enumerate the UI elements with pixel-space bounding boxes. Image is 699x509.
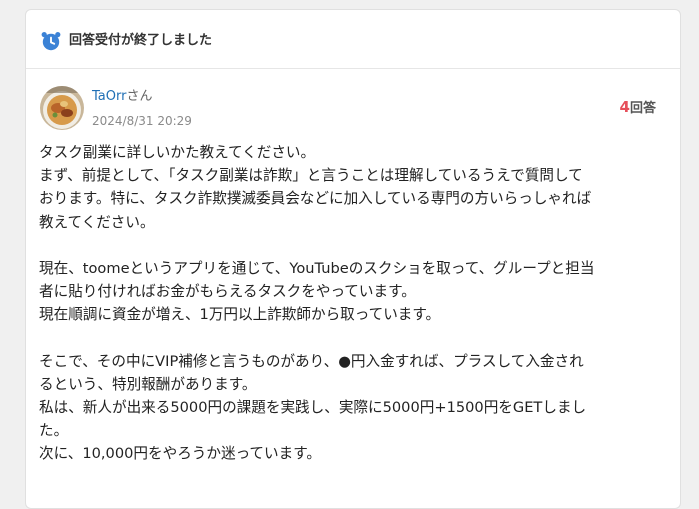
question-text-line: た。 bbox=[39, 422, 69, 440]
question-card: 回答受付が終了しました TaOrrさん 2024/8/31 20:29 4回答 … bbox=[25, 9, 681, 509]
question-text-line: るという、特別報酬があります。 bbox=[39, 375, 257, 393]
question-text-line: おります。特に、タスク詐欺撲滅委員会などに加入している専門の方いらっしゃれば bbox=[39, 190, 592, 208]
author-name-link[interactable]: TaOrr bbox=[92, 89, 126, 104]
author-honorific: さん bbox=[126, 89, 153, 104]
question-blank-line bbox=[39, 234, 661, 257]
answer-count: 4回答 bbox=[620, 97, 656, 119]
question-body: タスク副業に詳しいかた教えてください。まず、前提として、「タスク副業は詐欺」と言… bbox=[39, 141, 661, 466]
answer-count-number: 4 bbox=[619, 98, 630, 116]
author-name[interactable]: TaOrrさん bbox=[92, 88, 152, 106]
post-timestamp: 2024/8/31 20:29 bbox=[92, 114, 192, 128]
question-text-line: 現在順調に資金が増え、1万円以上詐欺師から取っています。 bbox=[39, 306, 441, 324]
question-text-line: 私は、新人が出来る5000円の課題を実践し、実際に5000円+1500円をGET… bbox=[39, 399, 587, 417]
avatar[interactable] bbox=[40, 86, 84, 130]
question-text-line: タスク副業に詳しいかた教えてください。 bbox=[39, 144, 316, 161]
answer-count-unit: 回答 bbox=[629, 101, 656, 116]
question-text-line: 次に、10,000円をやろうか迷っています。 bbox=[39, 445, 321, 463]
question-text-line: 現在、toomeというアプリを通じて、YouTubeのスクショを取って、グループ… bbox=[39, 259, 595, 277]
question-text-line: そこで、その中にVIP補修と言うものがあり、●円入金すれば、プラスして入金され bbox=[39, 352, 584, 370]
question-text-line: 教えてください。 bbox=[39, 213, 155, 231]
question-text-line: 者に貼り付ければお金がもらえるタスクをやっています。 bbox=[39, 283, 416, 301]
question-blank-line bbox=[39, 327, 661, 350]
status-text: 回答受付が終了しました bbox=[69, 33, 213, 48]
question-text-line: まず、前提として、「タスク副業は詐欺」と言うことは理解しているうえで質問して bbox=[39, 167, 583, 185]
status-bar: 回答受付が終了しました bbox=[26, 10, 680, 69]
alarm-clock-icon bbox=[40, 30, 62, 52]
